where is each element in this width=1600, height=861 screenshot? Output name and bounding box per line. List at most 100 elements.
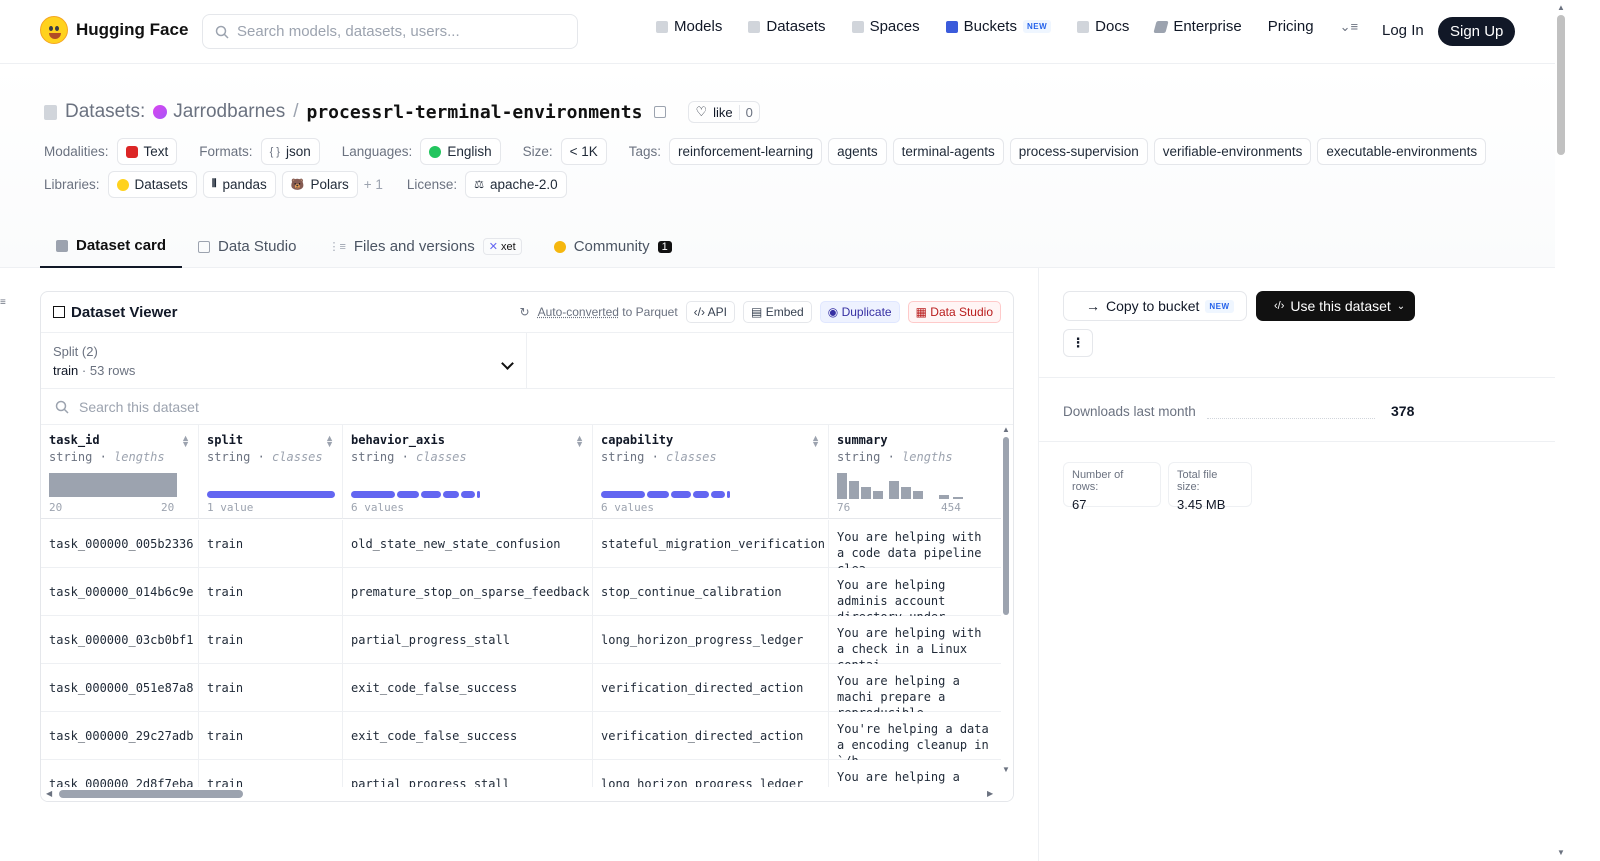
owner-link[interactable]: Jarrodbarnes bbox=[153, 101, 285, 123]
histogram-bar bbox=[901, 487, 911, 499]
signup-button[interactable]: Sign Up bbox=[1438, 17, 1516, 46]
column-header-split[interactable]: split string · classes ▲ ▼ 1 value bbox=[199, 425, 343, 519]
library-chip-datasets[interactable]: Datasets bbox=[107, 171, 197, 198]
duplicate-button[interactable]: ◉ Duplicate bbox=[819, 301, 900, 323]
tag-chip[interactable]: terminal-agents bbox=[892, 138, 1004, 165]
copy-to-bucket-button[interactable]: → Copy to bucket NEW bbox=[1063, 291, 1247, 321]
sort-icon[interactable]: ▲ ▼ bbox=[181, 434, 190, 449]
hugging-face-icon bbox=[116, 178, 129, 191]
brand-logo[interactable]: Hugging Face bbox=[40, 16, 188, 44]
database-icon bbox=[748, 20, 761, 33]
meta-row-1: Modalities: Text Formats: { } json Langua… bbox=[44, 138, 1487, 165]
column-header-task-id[interactable]: task_id string · lengths ▲ ▼ 20 20 bbox=[41, 425, 199, 519]
dataset-viewer: Dataset Viewer ↻ Auto-converted to Parqu… bbox=[40, 291, 1014, 802]
modalities-label: Modalities: bbox=[44, 144, 109, 159]
scroll-down-icon[interactable]: ▼ bbox=[1002, 765, 1010, 774]
like-button[interactable]: ♡ like 0 bbox=[688, 101, 760, 123]
column-stat: classes bbox=[272, 450, 323, 464]
table-row[interactable]: task_000000_005b2336 train old_state_new… bbox=[41, 520, 1001, 568]
table-row[interactable]: task_000000_29c27adb train exit_code_fal… bbox=[41, 712, 1001, 760]
table-row[interactable]: task_000000_014b6c9e train premature_sto… bbox=[41, 568, 1001, 616]
vertical-scrollbar[interactable]: ▲ ▼ bbox=[1002, 425, 1010, 785]
login-link[interactable]: Log In bbox=[1382, 22, 1424, 39]
license-chip[interactable]: ⚖ apache-2.0 bbox=[465, 171, 567, 198]
table-row[interactable]: task_000000_03cb0bf1 train partial_progr… bbox=[41, 616, 1001, 664]
column-type: string bbox=[207, 450, 251, 464]
horizontal-scrollbar[interactable]: ◀ ▶ bbox=[41, 787, 1013, 801]
tag-chip[interactable]: process-supervision bbox=[1009, 138, 1148, 165]
scroll-down-icon[interactable]: ▼ bbox=[1557, 848, 1565, 857]
tag-chip[interactable]: executable-environments bbox=[1317, 138, 1487, 165]
column-header-capability[interactable]: capability string · classes ▲ ▼ 6 values bbox=[593, 425, 829, 519]
axis-min: 76 bbox=[837, 501, 851, 514]
library-chip-polars[interactable]: 🐻 Polars bbox=[281, 171, 358, 198]
modality-chip[interactable]: Text bbox=[116, 138, 178, 165]
viewer-title: Dataset Viewer bbox=[53, 304, 177, 321]
datasets-prefix[interactable]: Datasets: bbox=[65, 101, 145, 123]
dataset-name[interactable]: processrl-terminal-environments bbox=[307, 102, 643, 123]
sidebar-toggle-icon[interactable]: ≡ bbox=[0, 297, 8, 308]
libraries-label: Libraries: bbox=[44, 177, 100, 192]
duplicate-icon: ◉ bbox=[827, 305, 839, 319]
nav-spaces[interactable]: Spaces bbox=[851, 18, 920, 35]
split-select[interactable]: Split (2) train · 53 rows bbox=[41, 333, 527, 388]
nav-docs-label: Docs bbox=[1095, 18, 1130, 35]
page-scrollbar[interactable]: ▲ ▼ bbox=[1555, 0, 1568, 861]
libraries-more[interactable]: + 1 bbox=[364, 177, 383, 192]
sort-icon[interactable]: ▲ ▼ bbox=[811, 434, 820, 449]
nav-pricing[interactable]: Pricing bbox=[1268, 18, 1314, 35]
language-chip[interactable]: English bbox=[420, 138, 501, 165]
tab-community[interactable]: Community 1 bbox=[538, 225, 688, 268]
tag-chip[interactable]: verifiable-environments bbox=[1153, 138, 1312, 165]
column-header-summary[interactable]: summary string · lengths 76 454 bbox=[829, 425, 1001, 519]
more-options-icon[interactable]: ⋮ bbox=[1063, 329, 1093, 357]
use-this-dataset-button[interactable]: ‹/› Use this dataset ⌄ bbox=[1256, 291, 1415, 321]
scroll-right-icon[interactable]: ▶ bbox=[987, 789, 993, 798]
axis-max: 454 bbox=[941, 501, 961, 514]
cell-split: train bbox=[199, 712, 343, 760]
scroll-up-icon[interactable]: ▲ bbox=[1557, 3, 1565, 12]
table-row[interactable]: task_000000_051e87a8 train exit_code_fal… bbox=[41, 664, 1001, 712]
embed-button[interactable]: ▤ Embed bbox=[743, 301, 812, 323]
copy-icon[interactable] bbox=[654, 106, 667, 118]
chevron-down-icon: ⌄ bbox=[1396, 300, 1406, 312]
dataset-search-placeholder: Search this dataset bbox=[79, 398, 199, 415]
scroll-left-icon[interactable]: ◀ bbox=[46, 789, 52, 798]
format-chip[interactable]: { } json bbox=[260, 138, 320, 165]
dataset-search-input[interactable]: Search this dataset bbox=[41, 389, 1013, 425]
column-header-behavior-axis[interactable]: behavior_axis string · classes ▲ ▼ 6 valu… bbox=[343, 425, 593, 519]
downloads-row: Downloads last month 378 bbox=[1039, 377, 1556, 442]
library-chip-pandas[interactable]: ⫴ pandas bbox=[202, 171, 276, 198]
xet-icon: ✕ bbox=[488, 241, 498, 253]
table-row[interactable]: task_000000_2d8f7eba train partial_progr… bbox=[41, 760, 1001, 787]
tag-chip[interactable]: reinforcement-learning bbox=[669, 138, 823, 165]
axis-min: 20 bbox=[49, 501, 63, 514]
nav-models[interactable]: Models bbox=[656, 18, 722, 35]
scroll-up-icon[interactable]: ▲ bbox=[1002, 425, 1010, 434]
size-chip[interactable]: < 1K bbox=[560, 138, 607, 165]
sort-icon[interactable]: ▲ ▼ bbox=[575, 434, 584, 449]
data-studio-button[interactable]: ▦ Data Studio bbox=[907, 301, 1001, 323]
sort-icon[interactable]: ▲ ▼ bbox=[325, 434, 334, 449]
nav-datasets[interactable]: Datasets bbox=[748, 18, 826, 35]
api-button[interactable]: ‹/› API bbox=[685, 301, 736, 323]
page-scroll-thumb[interactable] bbox=[1557, 15, 1565, 155]
refresh-icon: ↻ bbox=[519, 305, 530, 319]
nav-docs[interactable]: Docs bbox=[1077, 18, 1129, 35]
nav-buckets[interactable]: Buckets NEW bbox=[945, 18, 1052, 35]
tab-dataset-card[interactable]: Dataset card bbox=[40, 225, 183, 268]
cell-split: train bbox=[199, 760, 343, 787]
tag-chip[interactable]: agents bbox=[828, 138, 887, 165]
tab-files[interactable]: ⋮≡ Files and versions ✕ xet bbox=[312, 225, 537, 268]
pandas-icon: ⫴ bbox=[211, 178, 217, 190]
more-menu-icon[interactable]: ⌄≡ bbox=[1340, 19, 1358, 35]
nav-enterprise[interactable]: Enterprise bbox=[1153, 18, 1242, 35]
cell-split: train bbox=[199, 664, 343, 712]
global-search-input[interactable]: Search models, datasets, users... bbox=[202, 14, 578, 49]
cell-split: train bbox=[199, 568, 343, 616]
horizontal-scroll-thumb[interactable] bbox=[59, 790, 243, 798]
cell-split: train bbox=[199, 616, 343, 664]
vertical-scroll-thumb[interactable] bbox=[1003, 437, 1009, 615]
tab-data-studio[interactable]: Data Studio bbox=[182, 225, 312, 268]
auto-converted-link[interactable]: Auto-converted bbox=[538, 305, 619, 319]
